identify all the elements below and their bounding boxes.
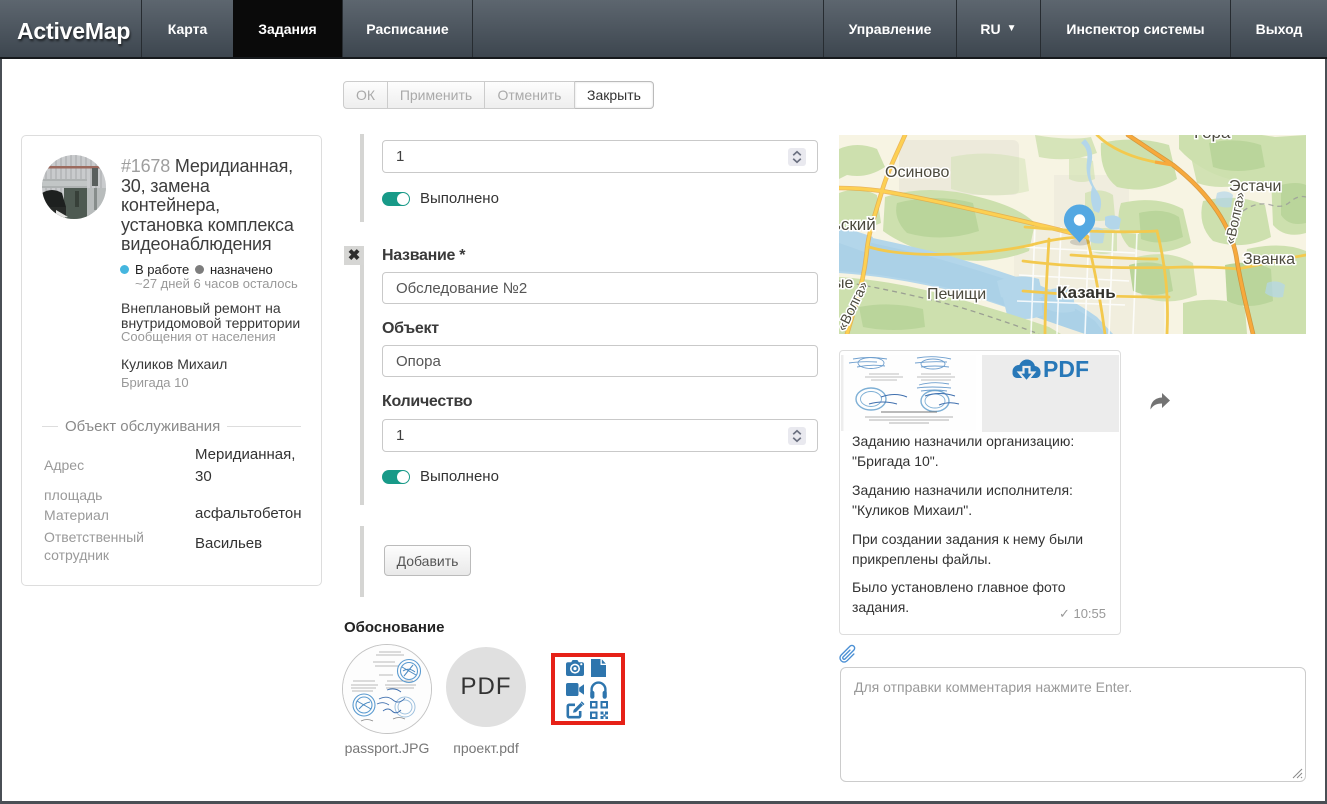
svg-text:Званка: Званка [1243, 251, 1295, 268]
svg-text:PDF: PDF [1043, 356, 1089, 382]
svg-text:Печищи: Печищи [927, 286, 986, 303]
svg-text:ьский: ьский [839, 215, 876, 234]
svg-text:Гора: Гора [1194, 135, 1231, 142]
svg-text:Осиново: Осиново [885, 164, 949, 181]
svg-text:Казань: Казань [1057, 283, 1116, 302]
